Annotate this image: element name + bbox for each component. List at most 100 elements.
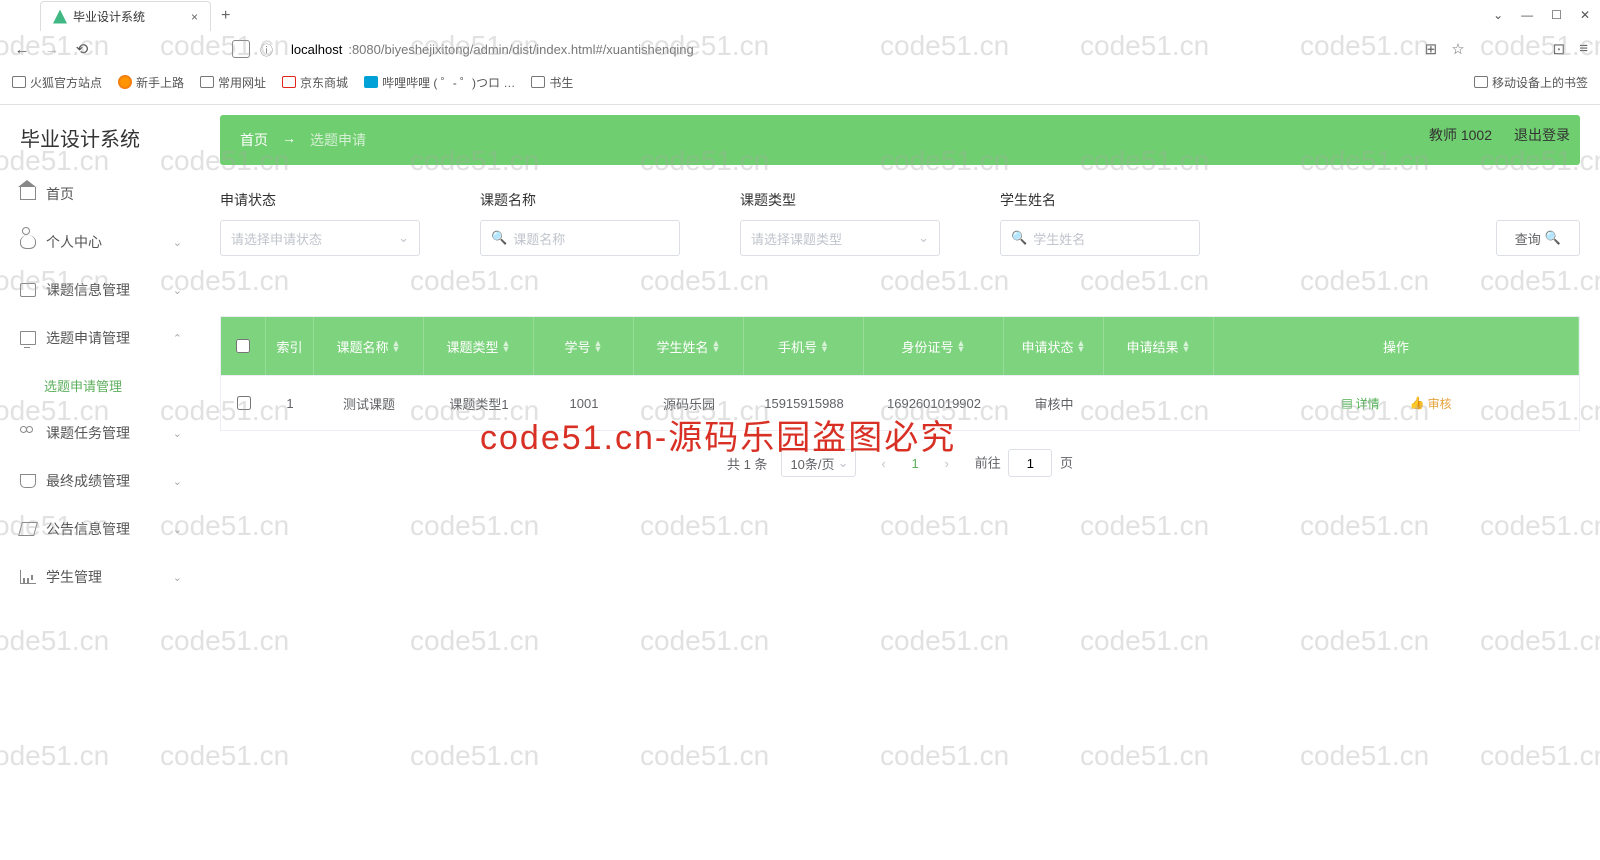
sort-icon: ▲▼ [502, 340, 511, 352]
table-header: 索引 课题名称▲▼ 课题类型▲▼ 学号▲▼ 学生姓名▲▼ 手机号▲▼ 身份证号▲… [221, 317, 1579, 375]
chevron-up-icon: ⌃ [173, 332, 182, 345]
bookmark-getting-started[interactable]: 新手上路 [118, 74, 184, 91]
page-size-select[interactable]: 10条/页 [781, 449, 855, 477]
bookmarks-bar: 火狐官方站点 新手上路 常用网址 京东商城 哔哩哔哩 ( ゜- ゜)つロ … 书… [0, 66, 1600, 98]
th-checkbox [221, 317, 266, 375]
audit-button[interactable]: 👍审核 [1410, 395, 1452, 412]
bookmark-jd[interactable]: 京东商城 [282, 74, 348, 91]
breadcrumb-home[interactable]: 首页 [240, 130, 268, 150]
tab-close-icon[interactable]: × [191, 10, 198, 24]
cell-id: 1692601019902 [864, 376, 1004, 430]
sidebar-item-topic-apply-sub[interactable]: 选题申请管理 [0, 362, 200, 409]
th-index[interactable]: 索引 [266, 317, 314, 375]
row-checkbox[interactable] [237, 396, 251, 410]
tab-bar: 毕业设计系统 × + ⌄ — ☐ ✕ [0, 0, 1600, 32]
search-icon: 🔍 [1545, 230, 1561, 246]
th-type[interactable]: 课题类型▲▼ [424, 317, 534, 375]
url-path: :8080/biyeshejixitong/admin/dist/index.h… [348, 42, 693, 57]
megaphone-icon [18, 522, 38, 536]
close-window-icon[interactable]: ✕ [1580, 8, 1590, 22]
chevron-down-icon: ⌄ [173, 427, 182, 440]
new-tab-button[interactable]: + [221, 7, 230, 25]
forward-button[interactable]: → [42, 41, 62, 58]
cell-phone: 15915915988 [744, 376, 864, 430]
search-icon: 🔍 [491, 230, 507, 246]
sort-icon: ▲▼ [1182, 340, 1191, 352]
page-number[interactable]: 1 [912, 456, 919, 471]
url-bar[interactable]: localhost:8080/biyeshejixitong/admin/dis… [283, 38, 1415, 61]
bookmark-shusheng[interactable]: 书生 [531, 74, 573, 91]
query-button[interactable]: 查询🔍 [1496, 220, 1580, 256]
sidebar-item-personal[interactable]: 个人中心⌄ [0, 218, 200, 266]
detail-button[interactable]: ▤详情 [1341, 395, 1379, 412]
sort-icon: ▲▼ [594, 340, 603, 352]
main-content: 首页 → 选题申请 申请状态 请选择申请状态 课题名称 🔍课题名称 课题类型 请… [200, 105, 1600, 860]
chevron-down-icon: ⌄ [173, 284, 182, 297]
goto-page: 前往 页 [975, 449, 1073, 477]
sidebar-item-notice[interactable]: 公告信息管理⌄ [0, 505, 200, 553]
bookmark-star-icon[interactable]: ☆ [1451, 40, 1464, 58]
filter-student-input[interactable]: 🔍学生姓名 [1000, 220, 1200, 256]
sort-icon: ▲▼ [392, 340, 401, 352]
shield-icon[interactable] [232, 40, 250, 58]
sidebar-item-topic-apply[interactable]: 选题申请管理⌃ [0, 314, 200, 362]
maximize-icon[interactable]: ☐ [1551, 8, 1562, 22]
filter-status-select[interactable]: 请选择申请状态 [220, 220, 420, 256]
qr-icon[interactable]: ⊞ [1425, 40, 1438, 58]
sidebar-item-student[interactable]: 学生管理⌄ [0, 553, 200, 601]
users-icon [20, 426, 36, 440]
sort-icon: ▲▼ [1077, 340, 1086, 352]
th-sno[interactable]: 学号▲▼ [534, 317, 634, 375]
th-ops: 操作 [1214, 317, 1579, 375]
bookmark-mobile[interactable]: 移动设备上的书签 [1474, 74, 1588, 91]
prev-page-button[interactable]: ‹ [870, 449, 898, 477]
th-result[interactable]: 申请结果▲▼ [1104, 317, 1214, 375]
lock-icon[interactable]: ⓘ [260, 40, 273, 59]
chevron-down-icon: ⌄ [173, 236, 182, 249]
th-sname[interactable]: 学生姓名▲▼ [634, 317, 744, 375]
browser-chrome: 毕业设计系统 × + ⌄ — ☐ ✕ ← → ⟲ ⓘ localhost:808… [0, 0, 1600, 105]
th-id[interactable]: 身份证号▲▼ [864, 317, 1004, 375]
thumbs-up-icon: 👍 [1410, 396, 1425, 410]
cell-sname: 源码乐园 [634, 376, 744, 430]
home-icon [20, 187, 36, 201]
sidebar-item-score[interactable]: 最终成绩管理⌄ [0, 457, 200, 505]
menu-icon[interactable]: ≡ [1579, 40, 1588, 58]
goto-page-input[interactable] [1008, 449, 1052, 477]
header-right: 教师 1002 退出登录 [1429, 125, 1570, 145]
next-page-button[interactable]: › [933, 449, 961, 477]
cell-status: 审核中 [1004, 376, 1104, 430]
th-name[interactable]: 课题名称▲▼ [314, 317, 424, 375]
reload-button[interactable]: ⟲ [72, 40, 92, 58]
bookmark-common[interactable]: 常用网址 [200, 74, 266, 91]
browser-tab[interactable]: 毕业设计系统 × [40, 1, 211, 31]
sidebar-item-topic-info[interactable]: 课题信息管理⌄ [0, 266, 200, 314]
chevron-down-icon[interactable]: ⌄ [1493, 8, 1503, 22]
th-phone[interactable]: 手机号▲▼ [744, 317, 864, 375]
cell-type: 课题类型1 [424, 376, 534, 430]
filter-type-select[interactable]: 请选择课题类型 [740, 220, 940, 256]
filter-type: 课题类型 请选择课题类型 [740, 190, 940, 256]
sidebar: 毕业设计系统 首页 个人中心⌄ 课题信息管理⌄ 选题申请管理⌃ 选题申请管理 课… [0, 105, 200, 860]
back-button[interactable]: ← [12, 41, 32, 58]
filter-name-label: 课题名称 [480, 190, 680, 210]
bookmark-firefox[interactable]: 火狐官方站点 [12, 74, 102, 91]
logout-link[interactable]: 退出登录 [1514, 125, 1570, 145]
document-icon [20, 283, 36, 297]
cell-index: 1 [266, 376, 314, 430]
th-status[interactable]: 申请状态▲▼ [1004, 317, 1104, 375]
select-all-checkbox[interactable] [236, 339, 250, 353]
trophy-icon [20, 474, 36, 488]
filter-name-input[interactable]: 🔍课题名称 [480, 220, 680, 256]
search-icon: 🔍 [1011, 230, 1027, 246]
filter-status-label: 申请状态 [220, 190, 420, 210]
minimize-icon[interactable]: — [1521, 8, 1533, 22]
bookmark-bilibili[interactable]: 哔哩哔哩 ( ゜- ゜)つロ … [364, 74, 515, 91]
chevron-down-icon: ⌄ [173, 571, 182, 584]
sidebar-item-task[interactable]: 课题任务管理⌄ [0, 409, 200, 457]
extensions-icon[interactable]: ⊡ [1553, 40, 1566, 58]
sidebar-item-home[interactable]: 首页 [0, 170, 200, 218]
pagination: 共 1 条 10条/页 ‹ 1 › 前往 页 [220, 431, 1580, 495]
breadcrumb-current: 选题申请 [310, 130, 366, 150]
address-bar: ← → ⟲ ⓘ localhost:8080/biyeshejixitong/a… [0, 32, 1600, 66]
